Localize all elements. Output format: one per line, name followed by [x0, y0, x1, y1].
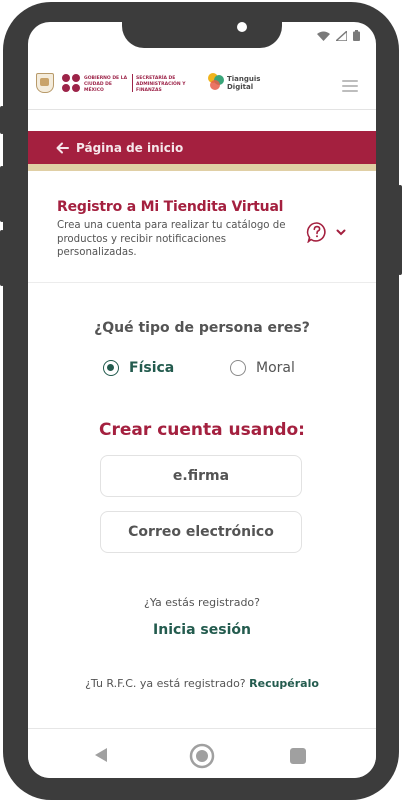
radio-fisica-label: Física [129, 360, 175, 376]
rfc-text: ¿Tu R.F.C. ya está registrado? [85, 677, 246, 690]
secretaria-text: SECRETARÍA DE ADMINISTRACIÓN Y FINANZAS [136, 76, 206, 94]
hamburger-menu-icon[interactable] [342, 80, 358, 92]
tianguis-line-2: Digital [227, 83, 254, 91]
coat-of-arms-icon [36, 73, 54, 93]
radio-fisica-circle[interactable] [103, 360, 119, 376]
radio-fisica[interactable]: Física [103, 357, 174, 379]
login-link[interactable]: Inicia sesión [28, 622, 376, 638]
camera [237, 22, 247, 32]
page-title: Registro a Mi Tiendita Virtual [57, 199, 284, 215]
back-to-home-link[interactable]: Página de inicio [28, 131, 376, 171]
tianguis-text: Tianguis Digital [227, 75, 263, 91]
rfc-recovery-line: ¿Tu R.F.C. ya está registrado? Recupéral… [28, 677, 376, 690]
recover-link[interactable]: Recupéralo [249, 677, 319, 690]
header-divider [132, 74, 133, 92]
help-toggle-button[interactable] [306, 221, 346, 243]
phone-screen: GOBIERNO DE LA CIUDAD DE MÉXICO SECRETAR… [28, 22, 376, 778]
radio-moral-label: Moral [256, 360, 295, 376]
app-header: GOBIERNO DE LA CIUDAD DE MÉXICO SECRETAR… [28, 64, 376, 110]
radio-moral-circle[interactable] [230, 360, 246, 376]
efirma-button[interactable]: e.firma [100, 455, 302, 497]
notch [122, 22, 282, 48]
recents-square-icon[interactable] [289, 747, 307, 765]
gobierno-text: GOBIERNO DE LA CIUDAD DE MÉXICO [84, 76, 130, 94]
question-bubble-icon [306, 222, 326, 243]
side-button-left-3 [0, 230, 4, 286]
gob-line-2: CIUDAD DE MÉXICO [84, 82, 112, 93]
page-subtitle: Crea una cuenta para realizar tu catálog… [57, 220, 286, 258]
email-button[interactable]: Correo electrónico [100, 511, 302, 553]
status-bar [317, 30, 360, 41]
tianguis-logo-icon [208, 73, 224, 90]
side-button-right [398, 185, 402, 275]
system-nav-bar [28, 728, 376, 778]
cdmx-logo-icon [62, 74, 80, 92]
create-account-title: Crear cuenta usando: [99, 420, 305, 440]
radio-moral[interactable]: Moral [230, 357, 295, 379]
side-button-left-2 [0, 166, 4, 222]
person-type-question: ¿Qué tipo de persona eres? [94, 320, 310, 336]
sec-line-2: ADMINISTRACIÓN Y FINANZAS [136, 82, 186, 93]
battery-icon [353, 30, 360, 41]
chevron-down-icon [336, 229, 346, 235]
intro-section: Registro a Mi Tiendita Virtual Crea una … [28, 179, 376, 283]
already-registered-text: ¿Ya estás registrado? [143, 596, 260, 609]
wifi-icon [317, 31, 330, 41]
arrow-left-icon [56, 142, 69, 153]
home-circle-icon[interactable] [189, 743, 215, 769]
back-triangle-icon[interactable] [94, 747, 108, 763]
side-button-left-1 [0, 106, 4, 134]
back-label: Página de inicio [76, 140, 184, 155]
tianguis-line-1: Tianguis [227, 75, 261, 83]
signal-icon [336, 30, 347, 41]
